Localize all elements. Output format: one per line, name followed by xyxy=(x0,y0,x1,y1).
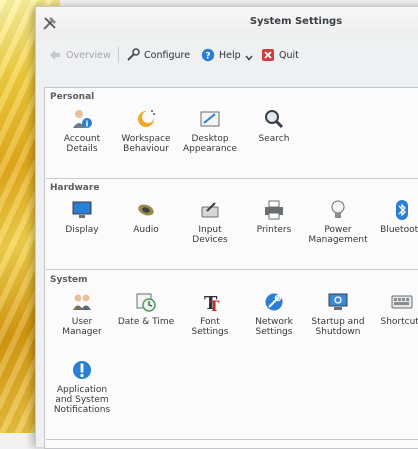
section-divider xyxy=(46,269,418,270)
printer-icon xyxy=(265,200,283,220)
section-personal: Personal i Account Details Workspace Beh… xyxy=(45,88,418,179)
clock-icon xyxy=(136,293,156,312)
notification-icon xyxy=(73,361,91,379)
network-settings-item[interactable]: Network Settings xyxy=(242,291,306,337)
font-icon: TT xyxy=(204,293,220,313)
keyboard-icon xyxy=(391,295,413,309)
desktop-appearance-label: Desktop Appearance xyxy=(182,134,238,154)
network-settings-label: Network Settings xyxy=(255,317,293,337)
section-hardware: Hardware Display Audio Input Devices Pri… xyxy=(45,179,418,271)
startup-shutdown-item[interactable]: Startup and Shutdown xyxy=(306,291,370,337)
quit-button[interactable]: Quit xyxy=(261,44,299,66)
user-manager-item[interactable]: User Manager xyxy=(50,291,114,337)
help-button[interactable]: ? Help xyxy=(201,44,253,66)
svg-text:i: i xyxy=(86,120,89,129)
startup-icon xyxy=(328,293,348,310)
back-arrow-icon xyxy=(50,50,60,60)
date-time-label: Date & Time xyxy=(117,317,175,327)
section-title: Hardware xyxy=(50,183,100,193)
user-manager-label: User Manager xyxy=(62,317,102,337)
desktop-appearance-item[interactable]: Desktop Appearance xyxy=(178,108,242,154)
printers-item[interactable]: Printers xyxy=(242,199,306,235)
workspace-behaviour-item[interactable]: Workspace Behaviour xyxy=(114,108,178,154)
window-title: System Settings xyxy=(249,16,343,27)
input-devices-item[interactable]: Input Devices xyxy=(178,199,242,245)
input-devices-label: Input Devices xyxy=(192,225,228,245)
printers-label: Printers xyxy=(256,225,292,235)
power-management-item[interactable]: Power Management xyxy=(306,199,370,245)
startup-shutdown-label: Startup and Shutdown xyxy=(311,317,365,337)
input-devices-icon xyxy=(201,202,219,218)
overview-button[interactable]: Overview xyxy=(48,44,111,66)
display-label: Display xyxy=(65,225,99,235)
bluetooth-icon xyxy=(396,200,408,220)
section-system: System User Manager Date & Time TT Font … xyxy=(45,271,418,441)
appearance-icon xyxy=(200,111,220,127)
bluetooth-label: Bluetooth xyxy=(380,225,418,235)
search-label: Search xyxy=(258,134,290,144)
overview-label: Overview xyxy=(66,49,111,61)
svg-text:T: T xyxy=(209,299,220,313)
bluetooth-item[interactable]: Bluetooth xyxy=(370,199,418,235)
settings-content: Personal i Account Details Workspace Beh… xyxy=(44,87,418,449)
quit-label: Quit xyxy=(279,49,299,61)
font-settings-item[interactable]: TT Font Settings xyxy=(178,291,242,337)
date-time-item[interactable]: Date & Time xyxy=(114,291,178,327)
help-label: Help xyxy=(219,49,241,61)
account-details-label: Account Details xyxy=(63,134,101,154)
shortcuts-item[interactable]: Shortcuts xyxy=(370,291,418,327)
shortcuts-label: Shortcuts xyxy=(380,317,418,327)
wrench-icon xyxy=(127,48,140,61)
toolbar: Overview Configure ? Help Quit xyxy=(36,41,418,69)
section-title: Personal xyxy=(50,92,95,102)
configure-button[interactable]: Configure xyxy=(126,44,190,66)
quit-icon xyxy=(262,49,274,61)
power-management-label: Power Management xyxy=(308,225,368,245)
users-icon xyxy=(73,294,91,310)
section-divider xyxy=(46,439,418,440)
network-icon xyxy=(265,293,283,311)
lightbulb-icon xyxy=(331,200,345,218)
account-icon: i xyxy=(73,110,92,129)
audio-item[interactable]: Audio xyxy=(114,199,178,235)
search-icon xyxy=(265,110,284,129)
notifications-label: Application and System Notifications xyxy=(53,385,111,415)
account-details-item[interactable]: i Account Details xyxy=(50,108,114,154)
titlebar: System Settings xyxy=(36,7,418,41)
display-item[interactable]: Display xyxy=(50,199,114,235)
search-item[interactable]: Search xyxy=(242,108,306,144)
section-title: System xyxy=(50,275,88,285)
speaker-icon xyxy=(138,204,154,216)
svg-text:?: ? xyxy=(205,51,210,61)
workspace-behaviour-label: Workspace Behaviour xyxy=(121,134,171,154)
help-icon: ? xyxy=(201,48,215,61)
font-settings-label: Font Settings xyxy=(191,317,229,337)
monitor-icon xyxy=(72,201,92,218)
workspace-icon xyxy=(138,110,155,127)
configure-label: Configure xyxy=(144,49,191,61)
notifications-item[interactable]: Application and System Notifications xyxy=(50,359,114,415)
chevron-down-icon xyxy=(245,55,253,61)
system-settings-window: System Settings Overview Configure ? Hel… xyxy=(35,6,418,449)
tools-icon xyxy=(43,17,56,30)
audio-label: Audio xyxy=(133,225,159,235)
toolbar-separator xyxy=(118,47,119,63)
